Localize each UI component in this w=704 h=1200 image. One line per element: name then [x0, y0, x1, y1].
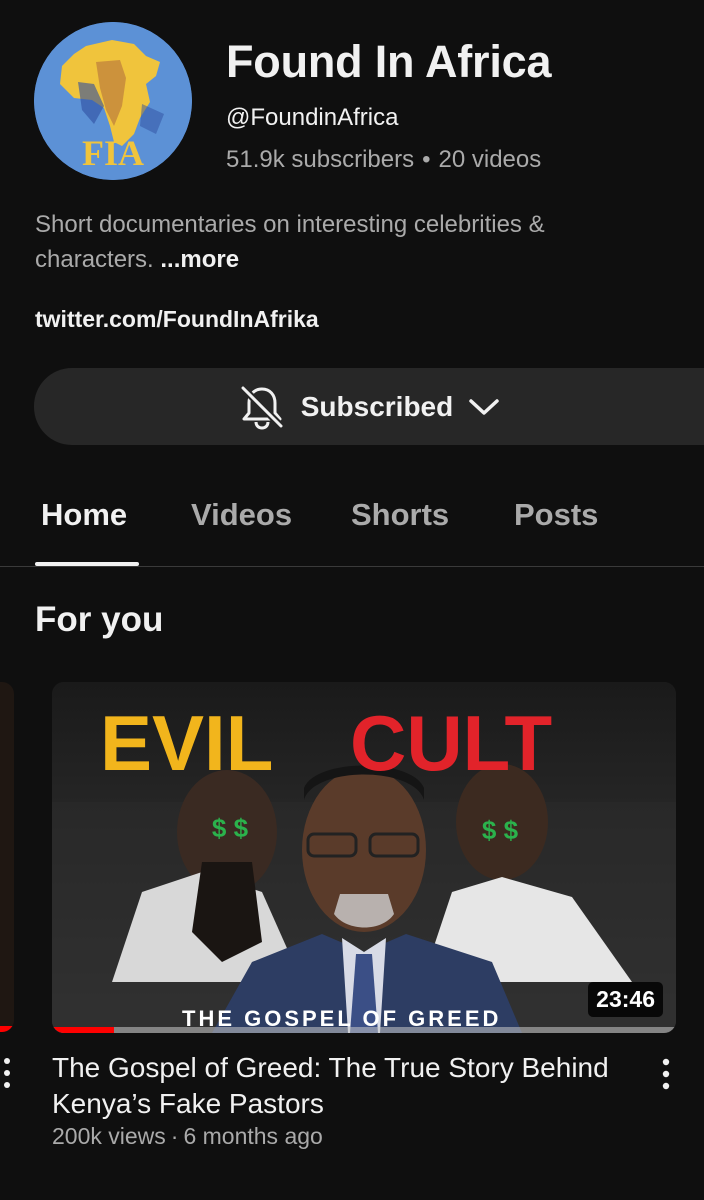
chevron-down-icon [467, 396, 501, 418]
avatar-logo-text: FIA [82, 133, 144, 173]
channel-tabs: Home Videos Shorts Posts [0, 478, 704, 567]
video-views: 200k views [52, 1123, 166, 1149]
tab-videos[interactable]: Videos [191, 497, 292, 533]
stats-separator: • [422, 146, 431, 173]
subscribed-button[interactable]: Subscribed [34, 368, 704, 445]
watch-progress-track [52, 1027, 676, 1033]
video-thumbnail[interactable]: $ $ $ $ EVIL CULT THE GOSPEL OF GREED 23… [52, 682, 676, 1033]
active-tab-indicator [35, 562, 139, 566]
description-text: Short documentaries on interesting celeb… [35, 211, 545, 273]
subscribed-label: Subscribed [300, 390, 454, 422]
watch-progress-fill [52, 1027, 115, 1033]
video-title[interactable]: The Gospel of Greed: The True Story Behi… [52, 1050, 647, 1122]
tab-posts[interactable]: Posts [514, 497, 598, 533]
video-menu-icon[interactable] [651, 1056, 681, 1092]
channel-handle: @FoundinAfrica [226, 104, 399, 131]
thumbnail-word-evil: EVIL [100, 699, 273, 787]
thumbnail-word-cult: CULT [350, 699, 552, 787]
video-meta: 200k views · 6 months ago [52, 1123, 323, 1150]
meta-separator: · [170, 1123, 179, 1149]
subscriber-count: 51.9k subscribers [226, 146, 415, 173]
bell-off-icon [237, 384, 287, 430]
channel-avatar[interactable]: FIA [34, 22, 192, 180]
channel-name: Found In Africa [226, 36, 552, 87]
previous-video-thumbnail[interactable] [0, 682, 14, 1032]
svg-text:$ $: $ $ [212, 813, 249, 843]
channel-stats: 51.9k subscribers • 20 videos [226, 146, 541, 174]
svg-text:$ $: $ $ [482, 815, 519, 845]
channel-header: FIA Found In Africa @FoundinAfrica 51.9k… [34, 22, 694, 182]
previous-video-menu-icon[interactable] [0, 1056, 14, 1090]
channel-description[interactable]: Short documentaries on interesting celeb… [35, 207, 655, 277]
tab-home[interactable]: Home [41, 497, 127, 533]
previous-video-progress [0, 1026, 14, 1032]
video-age: 6 months ago [183, 1123, 323, 1149]
channel-external-link[interactable]: twitter.com/FoundInAfrika [35, 306, 319, 333]
section-title: For you [35, 600, 164, 639]
more-link[interactable]: ...more [160, 246, 239, 273]
video-count: 20 videos [438, 146, 542, 173]
video-duration-badge: 23:46 [588, 982, 663, 1017]
tab-shorts[interactable]: Shorts [351, 497, 449, 533]
